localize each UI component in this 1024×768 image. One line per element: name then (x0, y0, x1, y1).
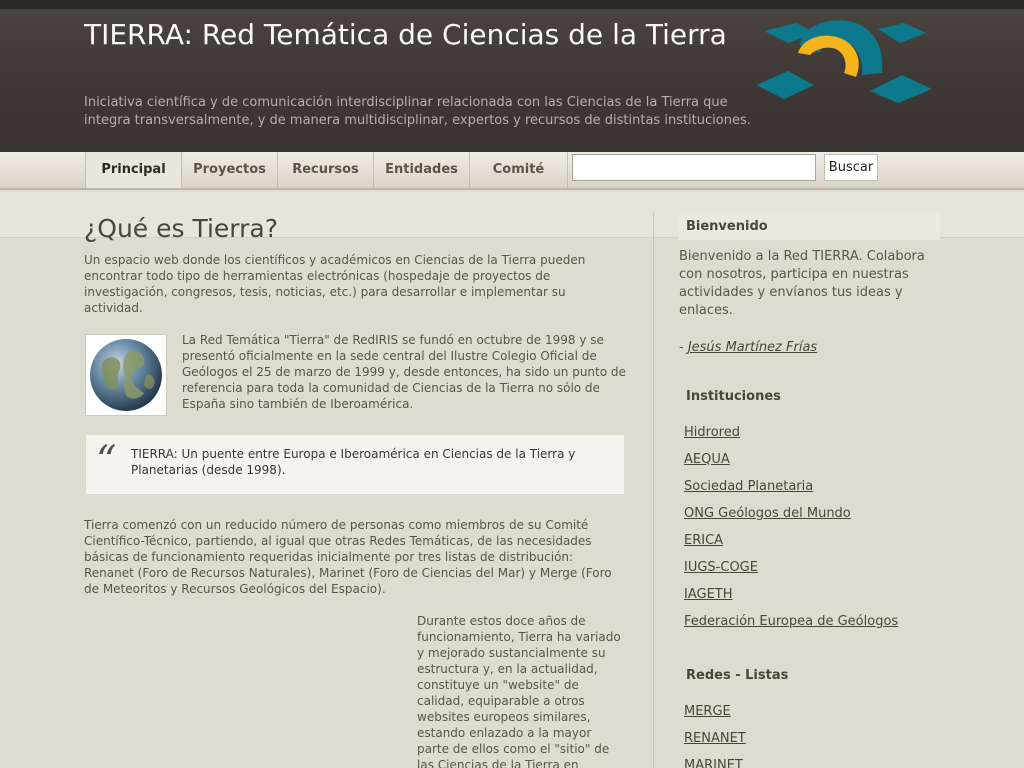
institution-link-sociedad-planetaria[interactable]: Sociedad Planetaria (684, 478, 813, 496)
evolution-paragraph: Durante estos doce años de funcionamient… (417, 614, 621, 768)
nav-item-recursos[interactable]: Recursos (278, 152, 374, 188)
sidebar-lists-title: Redes - Listas (686, 668, 789, 683)
search-input[interactable] (572, 154, 816, 181)
list-link-merge[interactable]: MERGE (684, 703, 731, 721)
nav-item-comite[interactable]: Comité (470, 152, 568, 188)
quote-icon: “ (96, 438, 117, 484)
column-divider (653, 212, 654, 768)
nav-item-proyectos[interactable]: Proyectos (182, 152, 278, 188)
list-link-marinet[interactable]: MARINET (684, 757, 743, 768)
site-tagline: Iniciativa científica y de comunicación … (84, 95, 751, 128)
origin-paragraph: Tierra comenzó con un reducido número de… (84, 518, 612, 596)
blockquote: “ TIERRA: Un puente entre Europa e Ibero… (85, 434, 625, 495)
site-header: TIERRA: Red Temática de Ciencias de la T… (0, 0, 1024, 152)
history-paragraph: La Red Temática "Tierra" de RedIRIS se f… (182, 333, 626, 411)
sidebar-institutions-title: Instituciones (686, 389, 781, 404)
sidebar-welcome-text: Bienvenido a la Red TIERRA. Colabora con… (679, 249, 925, 318)
institution-link-aequa[interactable]: AEQUA (684, 451, 730, 469)
nav-item-principal[interactable]: Principal (85, 152, 182, 188)
globe-image (85, 334, 167, 416)
sidebar-author: - Jesús Martínez Frías (679, 340, 818, 355)
institution-link-federacion-europea[interactable]: Federación Europea de Geólogos (684, 613, 898, 631)
institution-link-iageth[interactable]: IAGETH (684, 586, 733, 604)
tierra-logo[interactable] (752, 19, 934, 107)
nav-item-entidades[interactable]: Entidades (374, 152, 470, 188)
search-button[interactable]: Buscar (824, 154, 878, 181)
intro-paragraph: Un espacio web donde los científicos y a… (84, 253, 586, 315)
globe-icon (90, 339, 162, 411)
page-title: ¿Qué es Tierra? (84, 214, 279, 243)
institution-link-ong-geologos[interactable]: ONG Geólogos del Mundo (684, 505, 851, 523)
institution-link-hidrored[interactable]: Hidrored (684, 424, 740, 442)
author-link[interactable]: Jesús Martínez Frías (688, 340, 817, 355)
institution-link-erica[interactable]: ERICA (684, 532, 723, 550)
institution-link-iugs-coge[interactable]: IUGS-COGE (684, 559, 758, 577)
list-link-renanet[interactable]: RENANET (684, 730, 746, 748)
sidebar-welcome-title: Bienvenido (678, 213, 940, 240)
site-title[interactable]: TIERRA: Red Temática de Ciencias de la T… (84, 18, 744, 52)
quote-text: TIERRA: Un puente entre Europa e Iberoam… (131, 447, 576, 477)
